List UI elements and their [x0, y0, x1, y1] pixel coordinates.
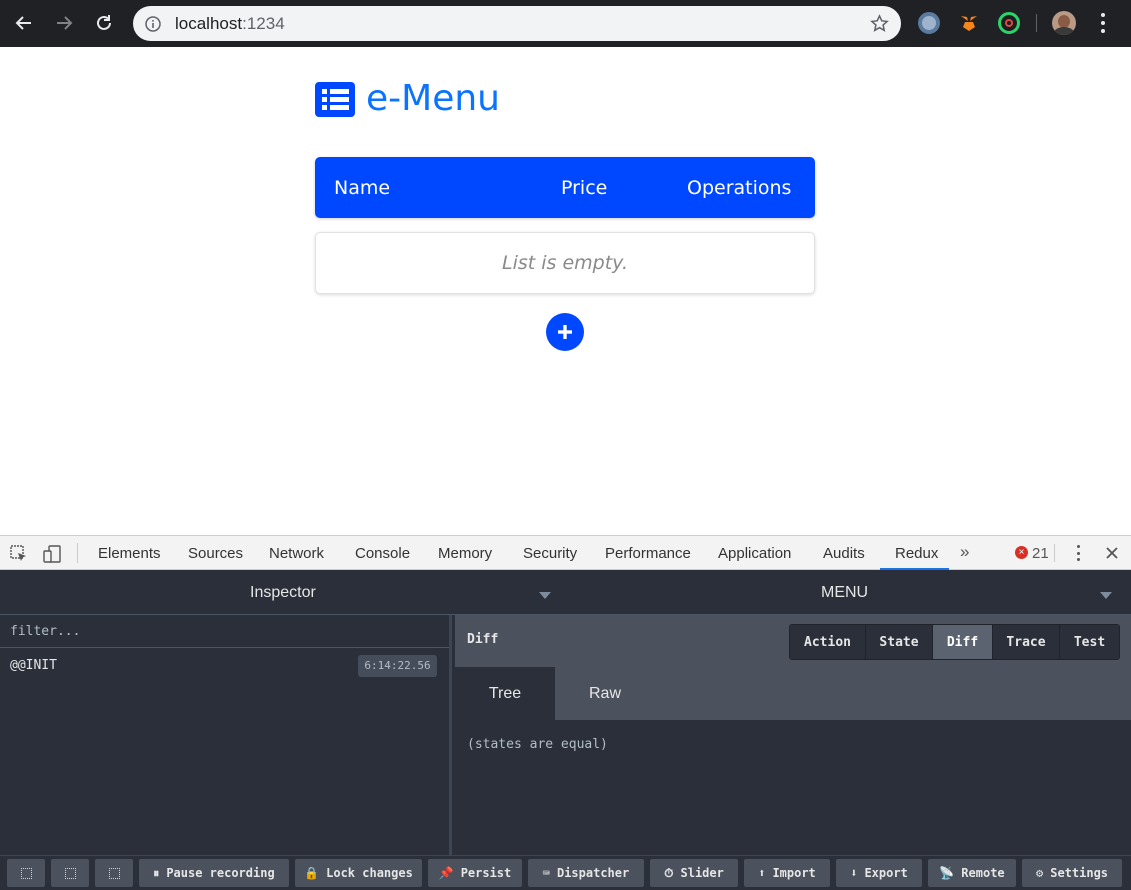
empty-message: List is empty.	[502, 252, 628, 274]
tab-test[interactable]: Test	[1060, 625, 1119, 659]
remote-button[interactable]: 📡 Remote	[928, 859, 1016, 887]
subtab-raw[interactable]: Raw	[555, 667, 655, 720]
keyboard-icon: ⌨	[542, 866, 550, 880]
lock-changes-button[interactable]: 🔒 Lock changes	[295, 859, 422, 887]
filter-input[interactable]: filter...	[0, 615, 449, 648]
diff-subtabs: Tree Raw	[455, 667, 1131, 720]
lock-icon: 🔒	[304, 866, 320, 880]
subtab-tree[interactable]: Tree	[455, 667, 555, 720]
settings-button[interactable]: ⚙ Settings	[1022, 859, 1122, 887]
action-item[interactable]: @@INIT 6:14:22.56	[0, 648, 449, 680]
gear-icon: ⚙	[1035, 866, 1044, 880]
action-list: filter... @@INIT 6:14:22.56	[0, 615, 452, 855]
grid-icon	[20, 867, 32, 879]
preview-tab-group: Action State Diff Trace Test	[789, 624, 1120, 660]
add-item-button[interactable]	[546, 313, 584, 351]
diff-message: (states are equal)	[467, 737, 608, 752]
extension-circle-icon[interactable]	[918, 12, 940, 34]
chevron-down-icon[interactable]	[1100, 592, 1112, 599]
tab-performance[interactable]: Performance	[605, 545, 691, 562]
browser-menu-icon[interactable]	[1098, 13, 1108, 33]
devtools-panel: Elements Sources Network Console Memory …	[0, 535, 1131, 890]
tab-console[interactable]: Console	[355, 545, 410, 562]
error-icon[interactable]: ×	[1015, 546, 1028, 559]
profile-avatar[interactable]	[1052, 11, 1076, 35]
action-name: @@INIT	[10, 658, 57, 673]
dispatcher-button[interactable]: ⌨ Dispatcher	[528, 859, 644, 887]
url-text: localhost:1234	[175, 14, 285, 34]
export-button[interactable]: ⬇ Export	[836, 859, 922, 887]
import-button[interactable]: ⬆ Import	[744, 859, 830, 887]
brand: e-Menu	[315, 81, 500, 117]
app-title: e-Menu	[366, 78, 500, 119]
column-operations: Operations	[687, 177, 792, 199]
close-icon[interactable]	[1104, 545, 1120, 561]
plus-icon	[558, 325, 572, 339]
preview-header: Diff Action State Diff Trace Test	[455, 615, 1131, 667]
error-count[interactable]: 21	[1032, 545, 1049, 562]
back-button[interactable]	[4, 3, 44, 43]
action-preview: Diff Action State Diff Trace Test Tree R…	[455, 615, 1131, 855]
tab-network[interactable]: Network	[269, 545, 324, 562]
reload-icon	[97, 15, 111, 30]
upload-icon: ⬆	[758, 866, 766, 880]
chart-monitor-button[interactable]	[95, 859, 133, 887]
address-bar[interactable]: localhost:1234	[133, 6, 901, 41]
action-time: 6:14:22.56	[358, 655, 437, 677]
bookmark-star-icon[interactable]	[870, 14, 889, 33]
tab-state[interactable]: State	[866, 625, 933, 659]
chevron-down-icon[interactable]	[539, 592, 551, 599]
device-toggle-icon[interactable]	[42, 544, 62, 564]
forward-button[interactable]	[44, 3, 84, 43]
pin-icon: 📌	[438, 866, 454, 880]
empty-list: List is empty.	[315, 232, 815, 294]
tab-memory[interactable]: Memory	[438, 545, 492, 562]
tab-application[interactable]: Application	[718, 545, 791, 562]
persist-button[interactable]: 📌 Persist	[428, 859, 522, 887]
column-price: Price	[561, 177, 608, 199]
tab-redux[interactable]: Redux	[895, 545, 938, 562]
app-page: e-Menu Name Price Operations List is emp…	[0, 47, 1131, 535]
url-host: localhost	[175, 13, 243, 33]
target-extension-icon[interactable]	[998, 12, 1020, 34]
inspect-element-icon[interactable]	[9, 544, 29, 564]
redux-footer: ⏸ Pause recording 🔒 Lock changes 📌 Persist …	[0, 855, 1131, 890]
download-icon: ⬇	[850, 866, 858, 880]
tab-diff[interactable]: Diff	[933, 625, 993, 659]
tab-sources[interactable]: Sources	[188, 545, 243, 562]
log-monitor-button[interactable]	[7, 859, 45, 887]
devtools-tabbar: Elements Sources Network Console Memory …	[0, 535, 1131, 570]
inspector-monitor-button[interactable]	[51, 859, 89, 887]
table-header: Name Price Operations	[315, 157, 815, 218]
devtools-menu-icon[interactable]	[1075, 545, 1081, 561]
pause-icon: ⏸	[153, 865, 160, 880]
preview-title: Diff	[467, 632, 499, 647]
instance-select[interactable]: MENU	[821, 584, 868, 602]
tab-audits[interactable]: Audits	[823, 545, 865, 562]
tab-elements[interactable]: Elements	[98, 545, 161, 562]
list-icon	[315, 81, 355, 117]
browser-toolbar: localhost:1234	[0, 0, 1131, 47]
stopwatch-icon: ⏱	[664, 865, 674, 880]
monitor-select[interactable]: Inspector	[250, 584, 316, 602]
slider-button[interactable]: ⏱ Slider	[650, 859, 738, 887]
tab-security[interactable]: Security	[523, 545, 577, 562]
arrow-left-icon	[15, 16, 31, 30]
tab-trace[interactable]: Trace	[993, 625, 1060, 659]
more-tabs-button[interactable]: »	[960, 542, 969, 562]
metamask-fox-icon[interactable]	[958, 12, 980, 34]
arrow-right-icon	[57, 16, 73, 30]
url-port: :1234	[242, 13, 285, 33]
grid-icon	[108, 867, 120, 879]
info-icon[interactable]	[145, 15, 161, 32]
reload-button[interactable]	[84, 3, 124, 43]
grid-icon	[64, 867, 76, 879]
redux-header: Inspector MENU	[0, 570, 1131, 615]
pause-recording-button[interactable]: ⏸ Pause recording	[139, 859, 289, 887]
column-name: Name	[334, 177, 391, 199]
broadcast-icon: 📡	[939, 866, 955, 880]
tab-action[interactable]: Action	[790, 625, 866, 659]
